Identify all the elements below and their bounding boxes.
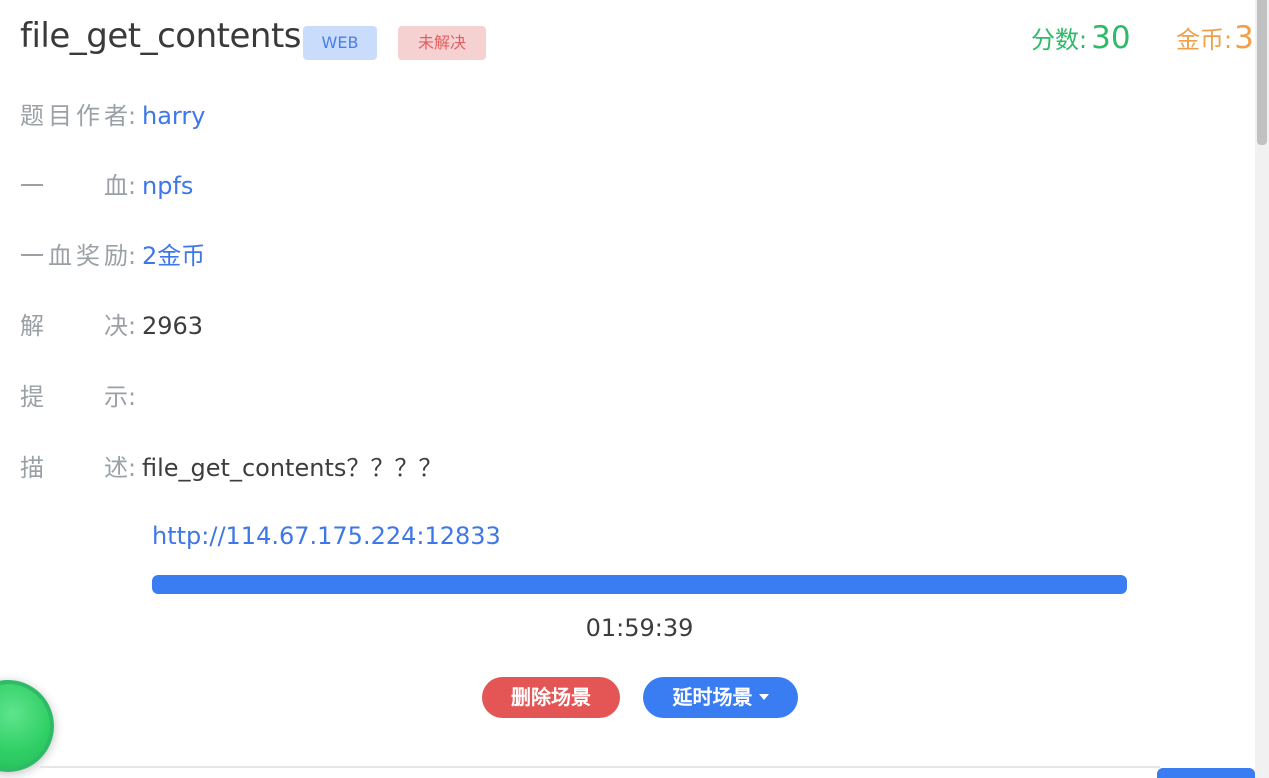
score-value: 30 xyxy=(1091,20,1131,56)
vertical-scrollbar[interactable] xyxy=(1255,0,1269,778)
first-blood-link[interactable]: npfs xyxy=(142,166,193,206)
extend-scene-label: 延时场景 xyxy=(672,685,753,709)
scrollbar-thumb[interactable] xyxy=(1257,0,1267,145)
colon: : xyxy=(128,172,137,200)
solved-count: 2963 xyxy=(142,312,204,340)
first-blood-label: 一血 xyxy=(20,172,128,200)
hint-label: 提示 xyxy=(20,383,128,411)
delete-scene-label: 删除场景 xyxy=(511,685,591,709)
colon: : xyxy=(128,242,137,270)
scene-url-link[interactable]: http://114.67.175.224:12833 xyxy=(152,522,501,550)
scene-time-progress xyxy=(152,575,1127,594)
colon: : xyxy=(128,454,137,482)
score-display: 分数: 30 xyxy=(1031,20,1131,56)
first-blood-reward-value: 2金币 xyxy=(142,242,206,270)
first-blood-reward-label: 一血奖励 xyxy=(20,242,128,270)
extend-scene-button[interactable]: 延时场景 xyxy=(643,677,798,718)
caret-down-icon xyxy=(758,694,769,700)
description-text: file_get_contents？？？？ xyxy=(142,454,443,482)
author-link[interactable]: harry xyxy=(142,96,205,136)
remaining-time: 01:59:39 xyxy=(585,614,694,642)
bottom-action-button[interactable] xyxy=(1157,768,1255,778)
description-label: 描述 xyxy=(20,454,128,482)
colon: : xyxy=(128,383,137,411)
status-badge: 未解决 xyxy=(398,26,486,60)
solved-label: 解决 xyxy=(20,312,128,340)
progress-fill xyxy=(152,575,1127,594)
author-label: 题目作者 xyxy=(20,102,128,130)
challenge-title: file_get_contents xyxy=(20,16,302,56)
category-badge: WEB xyxy=(303,26,377,60)
colon: : xyxy=(128,102,137,130)
score-label: 分数: xyxy=(1031,26,1088,54)
coin-label: 金币: xyxy=(1176,26,1233,54)
divider xyxy=(40,766,1160,768)
challenge-detail-page: file_get_contents WEB 未解决 分数: 30 金币:3 题目作… xyxy=(0,0,1269,778)
floating-action-button[interactable] xyxy=(0,680,54,772)
coin-display: 金币:3 xyxy=(1176,20,1254,56)
coin-value: 3 xyxy=(1234,20,1254,56)
delete-scene-button[interactable]: 删除场景 xyxy=(482,677,620,718)
colon: : xyxy=(128,312,137,340)
